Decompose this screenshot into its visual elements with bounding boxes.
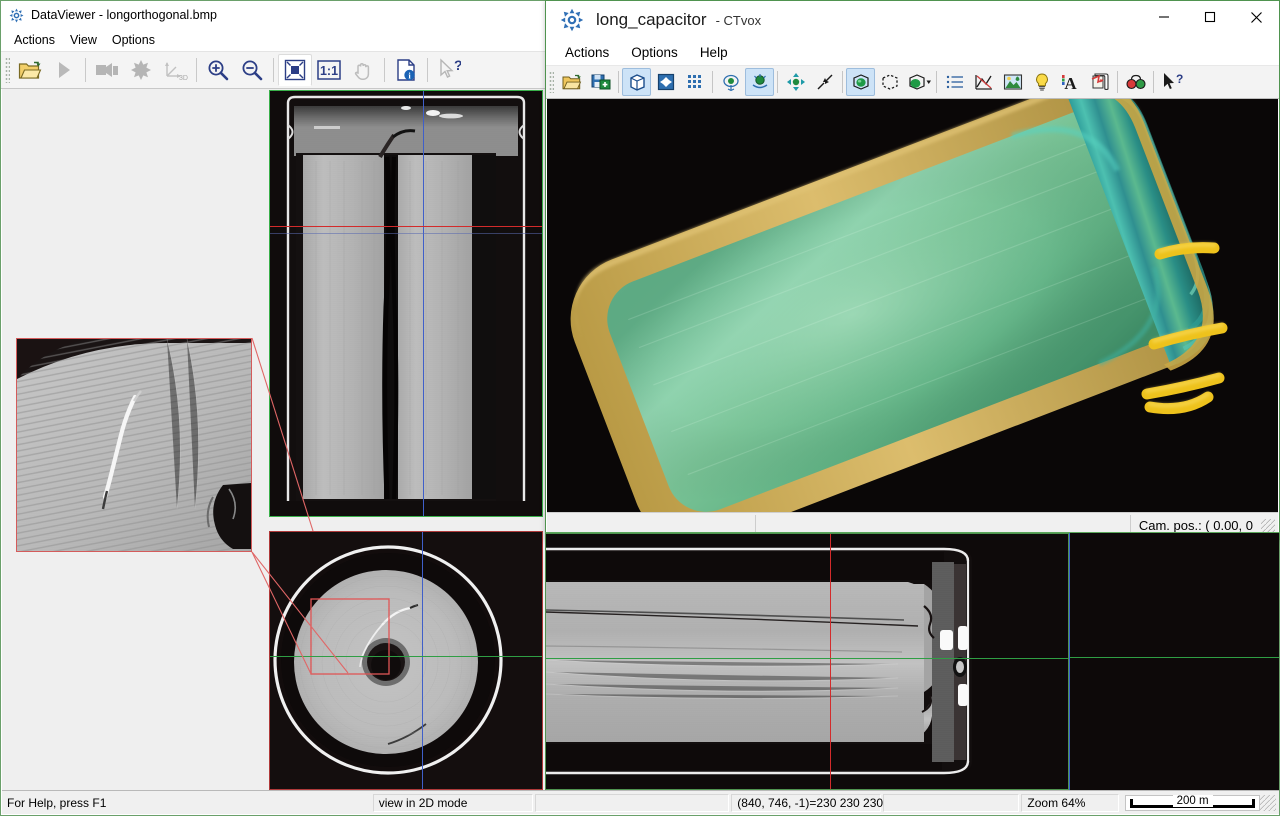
toolbar-separator: [85, 58, 86, 82]
transfer-function-icon[interactable]: [969, 68, 998, 96]
sagittal-slice-panel[interactable]: [545, 533, 1069, 790]
shrink-object-icon[interactable]: [810, 68, 839, 96]
save-dataset-icon[interactable]: [586, 68, 615, 96]
image-gallery-icon[interactable]: [998, 68, 1027, 96]
render-volume-icon[interactable]: [622, 68, 651, 96]
text-color-icon[interactable]: A: [1056, 68, 1085, 96]
panel-divider-right-fill: [1070, 533, 1279, 790]
ctvox-window: long_capacitor - CTvox Actions Options H…: [545, 0, 1280, 540]
axial-slice-panel[interactable]: [269, 531, 543, 790]
lightbulb-icon[interactable]: [1027, 68, 1056, 96]
ctvox-title-name: long_capacitor: [596, 10, 707, 29]
ctvox-logo-icon: [560, 8, 584, 32]
fit-to-window-icon[interactable]: [278, 54, 312, 86]
toolbar-separator: [712, 71, 713, 93]
inset-noise-overlay: [17, 339, 251, 551]
list-icon[interactable]: [940, 68, 969, 96]
stereo-glasses-icon[interactable]: [1121, 68, 1150, 96]
ctvox-window-controls: [1141, 1, 1279, 39]
statusbar-spacer-cell: [535, 793, 730, 812]
toolbar-separator: [427, 58, 428, 82]
ctvox-toolbar: A ?: [546, 65, 1279, 99]
toolbar-separator: [842, 71, 843, 93]
axes-3d-icon[interactable]: 3D: [158, 54, 192, 86]
scale-bar-label: 200 m: [1172, 795, 1213, 807]
play-icon[interactable]: [47, 54, 81, 86]
statusbar-help-hint: For Help, press F1: [7, 795, 107, 810]
toolbar-separator: [1117, 71, 1118, 93]
view-eye-light-icon[interactable]: [745, 68, 774, 96]
pan-hand-icon[interactable]: [346, 54, 380, 86]
view-eye-icon[interactable]: [716, 68, 745, 96]
open-file-icon[interactable]: [13, 54, 47, 86]
magnified-detail-panel[interactable]: [16, 338, 252, 552]
toolbar-separator: [384, 58, 385, 82]
context-help-icon[interactable]: ?: [432, 54, 466, 86]
slice-noise-overlay: [546, 534, 1068, 789]
close-button[interactable]: [1233, 1, 1279, 33]
star-icon[interactable]: [124, 54, 158, 86]
dataviewer-toolbar: 3D 1:1 i: [1, 51, 546, 89]
dv-menu-view[interactable]: View: [64, 31, 106, 49]
svg-text:1:1: 1:1: [320, 64, 338, 78]
slice-noise-overlay: [270, 91, 542, 516]
clip-object-dropdown-icon[interactable]: [904, 68, 933, 96]
move-object-icon[interactable]: [781, 68, 810, 96]
dataset-info-icon[interactable]: i: [389, 54, 423, 86]
dv-menu-options[interactable]: Options: [106, 31, 164, 49]
render-slice-icon[interactable]: [651, 68, 680, 96]
dataviewer-titlebar: DataViewer - longorthogonal.bmp: [1, 1, 546, 29]
crosshair-horizontal-extension: [1070, 657, 1279, 658]
toolbar-separator: [273, 58, 274, 82]
bounding-box-solid-icon[interactable]: [846, 68, 875, 96]
render-grid-icon[interactable]: [680, 68, 709, 96]
statusbar-scale-bar: 200 m: [1124, 794, 1261, 811]
svg-text:A: A: [1064, 74, 1077, 92]
dataviewer-statusbar: For Help, press F1 view in 2D mode (840,…: [2, 790, 1279, 814]
resize-grip[interactable]: [1261, 518, 1275, 533]
dataviewer-canvas[interactable]: [2, 89, 545, 791]
maximize-button[interactable]: [1187, 1, 1233, 33]
zoom-out-icon[interactable]: [235, 54, 269, 86]
cv-menu-options[interactable]: Options: [620, 42, 689, 63]
zoom-in-icon[interactable]: [201, 54, 235, 86]
cv-menu-help[interactable]: Help: [689, 42, 739, 63]
statusbar-view-mode: view in 2D mode: [372, 793, 534, 812]
dataviewer-title-text: DataViewer - longorthogonal.bmp: [31, 8, 217, 22]
bounding-box-dashed-icon[interactable]: [875, 68, 904, 96]
open-dataset-icon[interactable]: [557, 68, 586, 96]
toolbar-grip[interactable]: [549, 71, 554, 93]
slice-noise-overlay: [270, 532, 542, 789]
ctvox-menubar: Actions Options Help: [546, 39, 1279, 65]
toolbar-separator: [618, 71, 619, 93]
toolbar-separator: [1153, 71, 1154, 93]
context-help-icon[interactable]: ?: [1157, 68, 1186, 96]
minimize-button[interactable]: [1141, 1, 1187, 33]
ctvox-3d-viewport[interactable]: [547, 99, 1278, 513]
coronal-slice-panel[interactable]: [269, 90, 543, 517]
resize-grip[interactable]: [1260, 794, 1276, 811]
svg-text:?: ?: [454, 58, 461, 73]
dataviewer-menubar: Actions View Options: [1, 29, 546, 51]
axes-3d-label: 3D: [179, 75, 188, 81]
dv-menu-actions[interactable]: Actions: [8, 31, 64, 49]
statusbar-voxel-readout: (840, 746, -1)=230 230 230: [731, 793, 883, 812]
zoom-one-to-one-icon[interactable]: 1:1: [312, 54, 346, 86]
toolbar-separator: [777, 71, 778, 93]
toolbar-grip[interactable]: [5, 57, 10, 83]
animation-script-icon[interactable]: [1085, 68, 1114, 96]
statusbar-spacer-cell-2: [883, 793, 1020, 812]
svg-text:?: ?: [1176, 72, 1183, 86]
statusbar-zoom-level: Zoom 64%: [1021, 793, 1119, 812]
ctvox-titlebar[interactable]: long_capacitor - CTvox: [546, 1, 1279, 39]
toolbar-separator: [196, 58, 197, 82]
toolbar-separator: [936, 71, 937, 93]
cv-menu-actions[interactable]: Actions: [554, 42, 620, 63]
dataviewer-logo-icon: [9, 8, 24, 23]
movie-icon[interactable]: [90, 54, 124, 86]
ctvox-title-app: - CTvox: [715, 12, 762, 28]
